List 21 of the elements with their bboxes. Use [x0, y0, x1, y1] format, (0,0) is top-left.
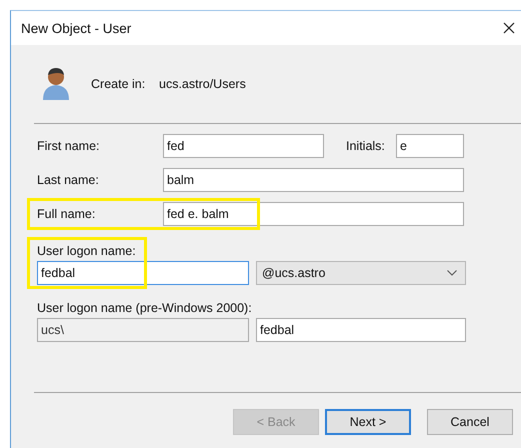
chevron-down-icon: [447, 270, 457, 276]
logon-name-field[interactable]: fedbal: [37, 261, 249, 285]
initials-label: Initials:: [346, 139, 386, 153]
window-title: New Object - User: [21, 20, 132, 36]
logon-name-label: User logon name:: [37, 244, 137, 258]
dialog-button[interactable]: Next >: [325, 409, 411, 435]
full-name-field[interactable]: fed e. balm: [163, 202, 464, 226]
initials-field[interactable]: e: [396, 134, 464, 158]
domain-dropdown[interactable]: @ucs.astro: [256, 261, 466, 285]
container-path: ucs.astro/Users: [159, 77, 246, 91]
last-name-field[interactable]: balm: [163, 168, 464, 192]
user-icon: [41, 66, 71, 102]
pre-windows-label: User logon name (pre-Windows 2000):: [37, 301, 253, 315]
dialog-button[interactable]: Cancel: [427, 409, 513, 435]
close-icon[interactable]: [503, 22, 515, 34]
pre-windows-name-field[interactable]: fedbal: [256, 318, 466, 342]
first-name-field[interactable]: fed: [163, 134, 324, 158]
first-name-label: First name:: [37, 139, 101, 153]
create-in-label: Create in:: [91, 77, 146, 91]
last-name-label: Last name:: [37, 173, 100, 187]
full-name-label: Full name:: [37, 207, 96, 221]
